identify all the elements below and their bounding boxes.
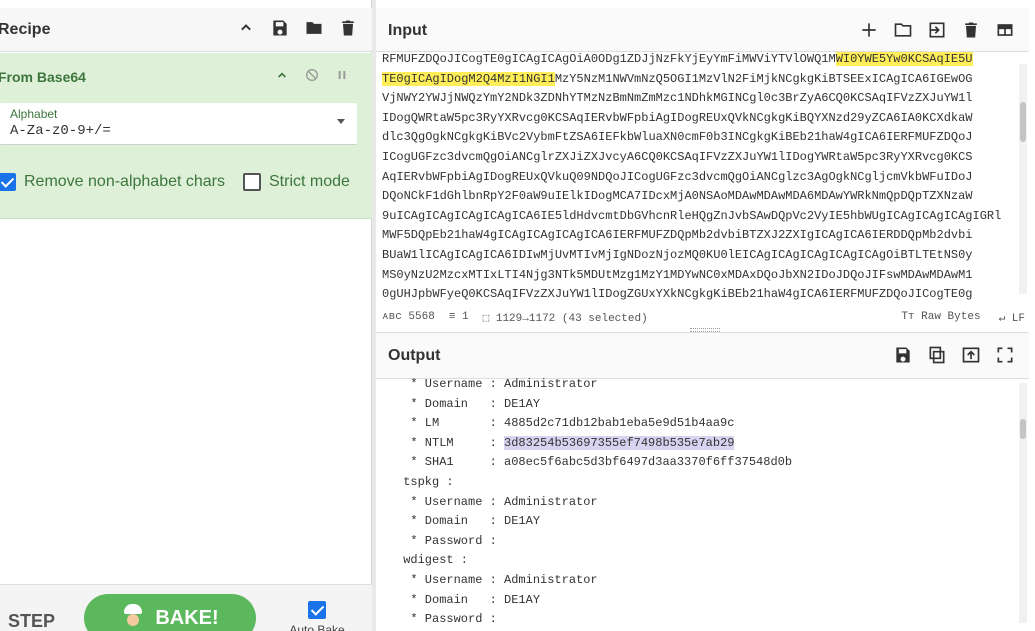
save-icon[interactable] [270, 18, 290, 38]
save-output-icon[interactable] [893, 345, 913, 365]
operation-from-base64: From Base64 Alphabet A-Za-z0-9+/= Remove… [0, 53, 372, 219]
recipe-panel: Recipe From Base64 Alphabet A-Za-z0-9+/=… [0, 0, 372, 631]
input-line: MWF5DQpEb21haW4gICAgICAgICAgICA6IERFMUFZ… [382, 228, 973, 243]
caret-down-icon [337, 119, 345, 124]
bake-label: BAKE! [155, 606, 219, 629]
input-line: TE0gICAgIDogM2Q4MzI1NGI1MzY5NzM1NWVmNzQ5… [382, 71, 973, 86]
output-line: * Domain : DE1AY [396, 592, 541, 607]
output-line: * Domain : DE1AY [396, 514, 541, 529]
bake-button[interactable]: BAKE! [84, 594, 256, 631]
output-line: * Username : Administrator [396, 377, 598, 391]
output-scrollbar[interactable] [1019, 383, 1027, 623]
input-title: Input [388, 22, 428, 39]
operation-title: From Base64 [0, 69, 86, 85]
input-toolbar [859, 20, 1015, 40]
input-header: Input [376, 8, 1029, 52]
output-toolbar [893, 345, 1015, 365]
cyberchef-app: Recipe From Base64 Alphabet A-Za-z0-9+/=… [0, 0, 1035, 631]
alphabet-select[interactable]: Alphabet A-Za-z0-9+/= [0, 103, 357, 145]
input-editor[interactable]: RFMUFZDQoJICogTE0gICAgICAgOiA0ODg1ZDJjNz… [382, 50, 1014, 304]
pause-icon[interactable] [334, 67, 350, 88]
bake-bar: STEP BAKE! Auto Bake [0, 584, 372, 631]
autobake-checkbox[interactable] [308, 601, 326, 619]
output-line: wdigest : [396, 553, 469, 568]
input-line: RFMUFZDQoJICogTE0gICAgICAgOiA0ODg1ZDJjNz… [382, 52, 973, 66]
input-line: 0gUHJpbWFyeQ0KCSAqIFVzZXJuYW1lIDogZGUxYX… [382, 287, 973, 302]
output-line: * Password : [396, 612, 497, 627]
remove-nonalpha-option[interactable]: Remove non-alphabet chars [0, 173, 225, 191]
eol-button[interactable]: ↵ LF [999, 311, 1025, 325]
ntlm-hash-highlight: 3d83254b53697355ef7498b535e7ab29 [504, 435, 735, 450]
remove-nonalpha-label: Remove non-alphabet chars [24, 173, 226, 190]
scroll-thumb[interactable] [1020, 419, 1026, 439]
chef-icon [121, 604, 145, 631]
input-status-bar: ᴀʙᴄ 5568 ≡ 1 ⬚ 1129→1172 (43 selected) T… [376, 308, 1029, 328]
input-line: IDogQWRtaW5pc3RyYXRvcg0KCSAqIERvbWFpbiAg… [382, 110, 973, 125]
disable-icon[interactable] [304, 67, 320, 88]
input-line: MS0yNzU2MzcxMTIxLTI4Njg3NTk5MDUtMzg1MzY1… [382, 267, 973, 282]
trash-icon[interactable] [961, 20, 981, 40]
recipe-header: Recipe [0, 8, 372, 52]
strict-mode-checkbox[interactable] [243, 173, 261, 191]
input-line: BUaW1lICAgICAgICA6IDIwMjUvMTIvMjIgNDozNj… [382, 247, 973, 262]
replace-input-icon[interactable] [961, 345, 981, 365]
output-line: * Username : Administrator [396, 572, 598, 587]
output-line: * LM : 4885d2c71db12bab1eba5e9d51b4aa9c [396, 416, 735, 431]
input-line: VjNWY2YWJjNWQzYmY2NDk3ZDNhYTMzNzBmNmZmMz… [382, 91, 973, 106]
input-scrollbar[interactable] [1019, 64, 1027, 294]
selection-stat: ⬚ 1129→1172 (43 selected) [482, 313, 648, 325]
output-line: * SHA1 : a08ec5f6abc5d3bf6497d3aa3370f6f… [396, 455, 793, 470]
input-line: ICogUGFzc3dvcmQgOiANCglrZXJiZXJvcyA6CQ0K… [382, 149, 973, 164]
recipe-title: Recipe [0, 21, 51, 38]
open-folder-icon[interactable] [893, 20, 913, 40]
output-line: tspkg : [396, 474, 454, 489]
input-line: AqIERvbWFpbiAgIDogREUxQVkuQ09NDQoJICogUG… [382, 169, 973, 184]
strict-mode-label: Strict mode [269, 173, 350, 190]
output-pane: Output * Username : Administrator * Doma… [376, 332, 1029, 631]
output-line: * NTLM : 3d83254b53697355ef7498b535e7ab2… [396, 435, 735, 450]
folder-icon[interactable] [304, 18, 324, 38]
lines-stat: ≡ 1 [448, 311, 469, 323]
chevron-up-icon[interactable] [236, 18, 256, 38]
step-button[interactable]: STEP [8, 611, 55, 631]
output-line: * Username : Administrator [396, 494, 598, 509]
output-editor[interactable]: * Username : Administrator * Domain : DE… [396, 375, 1016, 631]
alphabet-value: A-Za-z0-9+/= [10, 123, 111, 139]
input-highlight: TE0gICAgIDogM2Q4MzI1NGI1 [382, 71, 555, 86]
output-title: Output [388, 347, 441, 364]
input-highlight: WI0YWE5Yw0KCSAqIE5U [835, 52, 973, 66]
chevron-up-icon[interactable] [274, 67, 290, 88]
copy-icon[interactable] [927, 345, 947, 365]
output-header: Output [376, 333, 1029, 379]
alphabet-label: Alphabet [10, 107, 58, 121]
input-pane: Input RFMUFZDQoJICogTE0gICAgICAgOiA0ODg1… [376, 8, 1029, 328]
operation-controls [274, 67, 350, 88]
trash-icon[interactable] [338, 18, 358, 38]
plus-icon[interactable] [859, 20, 879, 40]
autobake-label: Auto Bake [289, 623, 345, 631]
autobake-option[interactable]: Auto Bake [287, 601, 347, 631]
scroll-thumb[interactable] [1020, 102, 1026, 142]
input-line: DQoNCkF1dGhlbnRpY2F0aW9uIElkIDogMCA7IDcx… [382, 189, 973, 204]
length-stat: ᴀʙᴄ 5568 [382, 311, 435, 323]
strict-mode-option[interactable]: Strict mode [243, 173, 350, 191]
layout-icon[interactable] [995, 20, 1015, 40]
output-line: * Password : [396, 533, 497, 548]
maximize-icon[interactable] [995, 345, 1015, 365]
input-line: 9uICAgICAgICAgICAgICA6IE5ldHdvcmtDbGVhcn… [382, 208, 1002, 223]
output-line: * Domain : DE1AY [396, 396, 541, 411]
import-icon[interactable] [927, 20, 947, 40]
raw-bytes-button[interactable]: Tт Raw Bytes [901, 311, 980, 325]
remove-nonalpha-checkbox[interactable] [0, 173, 16, 191]
recipe-toolbar [236, 18, 358, 38]
input-line: dlc3QgOgkNCgkgKiBVc2VybmFtZSA6IEFkbWluaX… [382, 130, 973, 145]
